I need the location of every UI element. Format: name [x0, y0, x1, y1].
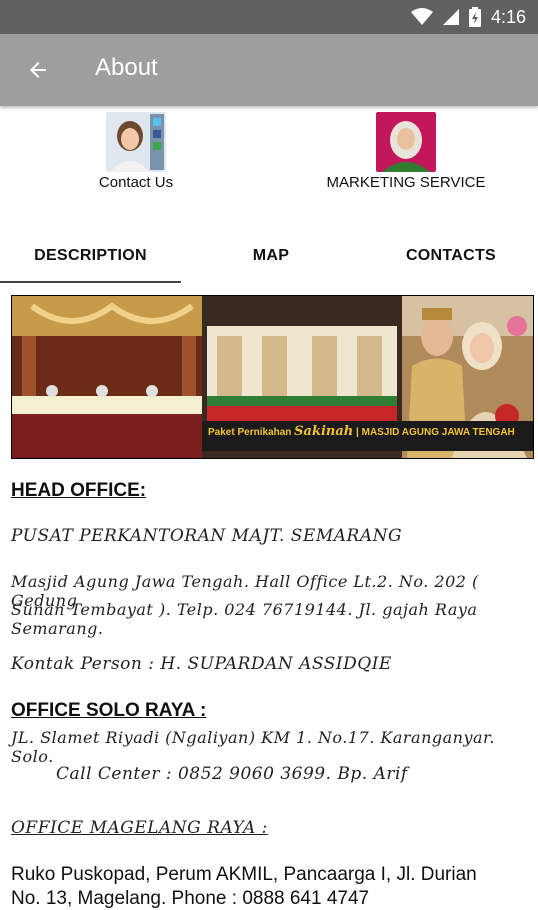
banner-title-suffix: | MASJID AGUNG JAWA TENGAH [356, 427, 515, 438]
contact-us-button[interactable]: Contact Us [76, 112, 196, 191]
magelang-addr2: No. 13, Magelang. Phone : 0888 641 4747 [11, 888, 370, 909]
marketing-service-avatar [376, 112, 436, 172]
status-bar: 4:16 [0, 0, 538, 34]
tab-map[interactable]: MAP [181, 228, 361, 284]
contact-us-avatar [106, 112, 166, 172]
arrow-left-icon [30, 62, 46, 78]
solo-call-center: Call Center : 0852 9060 3699. Bp. Arif [56, 764, 408, 784]
marketing-service-button[interactable]: MARKETING SERVICE [316, 112, 496, 191]
app-bar: About [0, 34, 538, 106]
tab-description[interactable]: DESCRIPTION [0, 228, 181, 284]
tab-bar: DESCRIPTION MAP CONTACTS [0, 228, 538, 284]
magelang-addr1: Ruko Puskopad, Perum AKMIL, Pancaarga I,… [11, 864, 477, 885]
head-office-title: HEAD OFFICE: [11, 480, 147, 501]
tab-indicator [0, 281, 181, 283]
wedding-banner: Paket Pernikahan Sakinah | MASJID AGUNG … [11, 295, 534, 459]
page-title: About [95, 54, 158, 81]
signal-icon [442, 9, 459, 25]
head-office-line1: PUSAT PERKANTORAN MAJT. SEMARANG [11, 526, 403, 546]
banner-title-script: Sakinah [294, 424, 354, 439]
magelang-title: OFFICE MAGELANG RAYA : [11, 818, 268, 838]
solo-title: OFFICE SOLO RAYA : [11, 700, 207, 721]
tab-contacts[interactable]: CONTACTS [361, 228, 538, 284]
head-office-addr2: Sunan Tembayat ). Telp. 024 76719144. Jl… [11, 600, 478, 638]
contact-person: Kontak Person : H. SUPARDAN ASSIDQIE [11, 654, 392, 674]
status-time: 4:16 [490, 6, 526, 27]
back-button[interactable] [20, 52, 56, 88]
status-icons: 4:16 [410, 0, 526, 34]
banner-title-prefix: Paket Pernikahan [208, 427, 292, 438]
banner-caption: Paket Pernikahan Sakinah | MASJID AGUNG … [208, 424, 528, 439]
contact-us-label: Contact Us [98, 174, 174, 191]
wifi-icon [410, 8, 433, 25]
solo-address: JL. Slamet Riyadi (Ngaliyan) KM 1. No.17… [11, 728, 496, 766]
marketing-service-label: MARKETING SERVICE [326, 174, 486, 191]
battery-icon [468, 7, 481, 27]
